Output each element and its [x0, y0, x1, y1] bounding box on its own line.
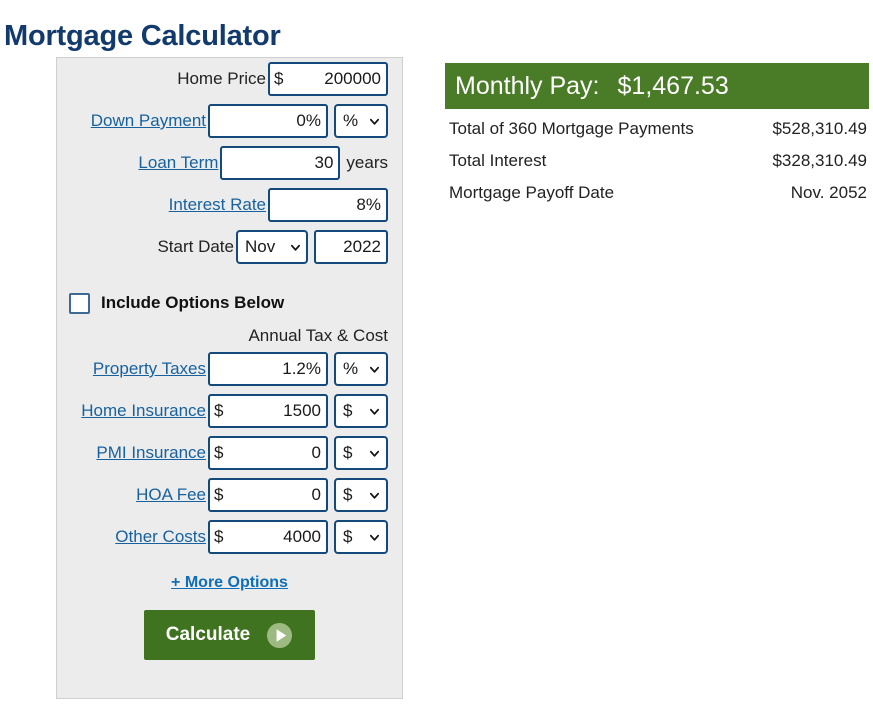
results-panel: Monthly Pay: $1,467.53 Total of 360 Mort… [445, 63, 869, 209]
start-date-row: Start Date Nov 2022 [57, 226, 402, 268]
hoa-fee-value: 0 [311, 485, 321, 504]
hoa-fee-row: HOA Fee $0 $ [57, 474, 402, 516]
calculate-row: Calculate [57, 610, 402, 660]
monthly-pay-bar: Monthly Pay: $1,467.53 [445, 63, 869, 109]
start-month-select[interactable]: Nov [236, 230, 308, 264]
option-fields-group: Property Taxes 1.2%% Home Insurance $1500 $ P… [57, 348, 402, 558]
home-insurance-row: Home Insurance $1500 $ [57, 390, 402, 432]
results-row-label: Total of 360 Mortgage Payments [449, 119, 694, 138]
more-options-link[interactable]: + More Options [171, 574, 288, 591]
results-row-value: Nov. 2052 [790, 183, 867, 202]
loan-term-suffix: years [346, 153, 388, 172]
annual-tax-cost-heading: Annual Tax & Cost [248, 326, 388, 345]
main-fields-group: Home Price $200000 Down Payment 0%% Loan Ter… [57, 58, 402, 226]
chevron-down-icon [369, 450, 380, 457]
pmi-insurance-input[interactable]: $0 [208, 436, 328, 470]
hoa-fee-unit-value: $ [343, 485, 353, 504]
start-year-input[interactable]: 2022 [314, 230, 388, 264]
results-row-value: $328,310.49 [772, 151, 867, 170]
hoa-fee-label[interactable]: HOA Fee [136, 485, 208, 505]
property-taxes-unit-select[interactable]: % [334, 352, 388, 386]
results-row-label: Total Interest [449, 151, 547, 170]
property-taxes-input[interactable]: 1.2% [208, 352, 328, 386]
down-payment-unit-select[interactable]: % [334, 104, 388, 138]
pmi-insurance-value: 0 [311, 443, 321, 462]
monthly-pay-label: Monthly Pay: [455, 71, 600, 100]
more-options-row: + More Options [57, 574, 402, 592]
start-year-value: 2022 [343, 237, 381, 256]
pmi-insurance-currency-prefix: $ [214, 443, 224, 462]
home-insurance-unit-select[interactable]: $ [334, 394, 388, 428]
calculate-button-label: Calculate [165, 624, 251, 645]
down-payment-label[interactable]: Down Payment [91, 111, 208, 131]
include-options-label: Include Options Below [101, 293, 285, 312]
start-date-label: Start Date [157, 237, 234, 256]
other-costs-currency-prefix: $ [214, 527, 224, 546]
down-payment-input[interactable]: 0% [208, 104, 328, 138]
home-insurance-input[interactable]: $1500 [208, 394, 328, 428]
home-price-input[interactable]: $200000 [268, 62, 388, 96]
pmi-insurance-unit-select[interactable]: $ [334, 436, 388, 470]
chevron-down-icon [369, 366, 380, 373]
loan-term-row: Loan Term 30 years [57, 142, 402, 184]
results-table: Total of 360 Mortgage Payments $528,310.4… [445, 113, 869, 209]
other-costs-row: Other Costs $4000 $ [57, 516, 402, 558]
other-costs-value: 4000 [283, 527, 321, 546]
chevron-down-icon [369, 492, 380, 499]
include-options-checkbox[interactable] [69, 292, 90, 314]
start-month-value: Nov [245, 237, 276, 256]
chevron-down-icon [369, 534, 380, 541]
property-taxes-row: Property Taxes 1.2%% [57, 348, 402, 390]
property-taxes-unit-value: % [343, 359, 359, 378]
loan-term-input[interactable]: 30 [220, 146, 341, 180]
home-insurance-label[interactable]: Home Insurance [81, 401, 208, 421]
results-row: Total of 360 Mortgage Payments $528,310.4… [445, 113, 869, 145]
pmi-insurance-unit-value: $ [343, 443, 353, 462]
page-title: Mortgage Calculator [4, 20, 281, 53]
hoa-fee-input[interactable]: $0 [208, 478, 328, 512]
down-payment-unit-value: % [343, 111, 359, 130]
play-icon [267, 622, 293, 648]
interest-rate-value: 8% [356, 195, 381, 214]
pmi-insurance-label[interactable]: PMI Insurance [96, 443, 208, 463]
home-price-currency-prefix: $ [274, 69, 284, 88]
hoa-fee-unit-select[interactable]: $ [334, 478, 388, 512]
results-row-value: $528,310.49 [772, 119, 867, 138]
results-row: Mortgage Payoff Date Nov. 2052 [445, 177, 869, 209]
property-taxes-label[interactable]: Property Taxes [93, 359, 208, 379]
results-row-label: Mortgage Payoff Date [449, 183, 615, 202]
calculate-button[interactable]: Calculate [144, 610, 315, 660]
home-insurance-unit-value: $ [343, 401, 353, 420]
down-payment-value: 0% [296, 111, 321, 130]
calculator-panel: Home Price $200000 Down Payment 0%% Loan Ter… [56, 57, 403, 699]
interest-rate-row: Interest Rate 8% [57, 184, 402, 226]
home-price-label: Home Price [177, 69, 266, 88]
chevron-down-icon [369, 118, 380, 125]
property-taxes-value: 1.2% [282, 359, 321, 378]
other-costs-label[interactable]: Other Costs [115, 527, 208, 547]
monthly-pay-value: $1,467.53 [617, 71, 729, 100]
mortgage-calculator-page: Mortgage Calculator Home Price $200000 Dow… [0, 0, 873, 705]
hoa-fee-currency-prefix: $ [214, 485, 224, 504]
pmi-insurance-row: PMI Insurance $0 $ [57, 432, 402, 474]
loan-term-value: 30 [314, 153, 334, 172]
home-price-row: Home Price $200000 [57, 58, 402, 100]
interest-rate-label[interactable]: Interest Rate [169, 195, 268, 215]
other-costs-unit-select[interactable]: $ [334, 520, 388, 554]
home-price-value: 200000 [324, 69, 381, 88]
other-costs-input[interactable]: $4000 [208, 520, 328, 554]
other-costs-unit-value: $ [343, 527, 353, 546]
interest-rate-input[interactable]: 8% [268, 188, 388, 222]
include-options-row: Include Options Below [57, 286, 402, 320]
home-insurance-currency-prefix: $ [214, 401, 224, 420]
chevron-down-icon [290, 244, 301, 251]
down-payment-row: Down Payment 0%% [57, 100, 402, 142]
results-row: Total Interest $328,310.49 [445, 145, 869, 177]
loan-term-label[interactable]: Loan Term [138, 153, 220, 173]
chevron-down-icon [369, 408, 380, 415]
home-insurance-value: 1500 [283, 401, 321, 420]
results-table-body: Total of 360 Mortgage Payments $528,310.4… [445, 113, 869, 209]
